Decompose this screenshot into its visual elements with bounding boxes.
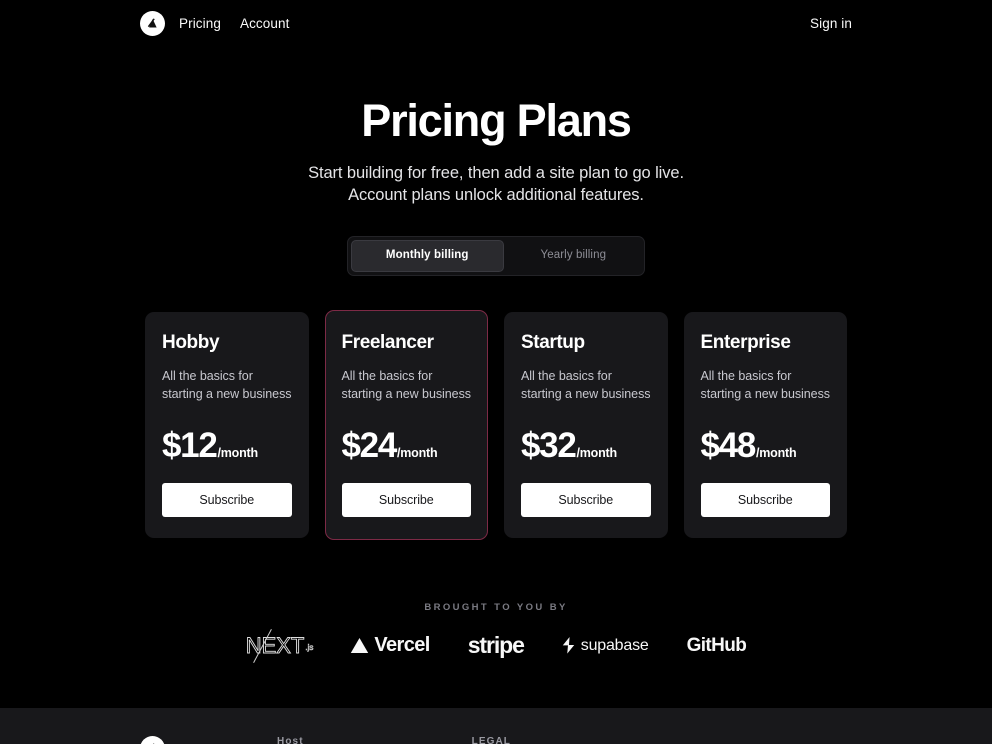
footer-column-legal: LEGAL (472, 736, 511, 744)
subscribe-button-enterprise[interactable]: Subscribe (700, 482, 830, 517)
vercel-triangle-icon (351, 638, 369, 654)
plan-price-period: /month (397, 445, 438, 460)
sponsor-github: GitHub (687, 629, 747, 663)
sign-in-link[interactable]: Sign in (810, 16, 852, 31)
page-title: Pricing Plans (361, 95, 632, 146)
sponsor-vercel: Vercel (350, 629, 430, 663)
plan-description: All the basics for starting a new busine… (162, 368, 292, 401)
plan-price: $24 /month (342, 428, 472, 463)
footer-heading: LEGAL (471, 736, 512, 744)
nextjs-logo-icon: NEXT.js (245, 628, 314, 663)
sponsor-stripe: stripe (467, 629, 525, 663)
vercel-logo-text: Vercel (374, 634, 430, 657)
stripe-logo-text: stripe (467, 632, 525, 659)
pricing-card-freelancer[interactable]: Freelancer All the basics for starting a… (324, 309, 488, 540)
sponsors-section: BROUGHT TO YOU BY NEXT.js Vercel stripe (0, 602, 992, 663)
subscribe-button-freelancer[interactable]: Subscribe (341, 482, 471, 517)
plan-price: $48 /month (701, 428, 831, 463)
nav-link-account[interactable]: Account (240, 16, 289, 31)
plan-price-amount: $12 (162, 425, 218, 465)
pricing-card-hobby[interactable]: Hobby All the basics for starting a new … (145, 311, 309, 538)
brand-logo-icon[interactable] (140, 10, 165, 36)
site-header: Pricing Account Sign in (0, 0, 992, 46)
plan-name: Startup (521, 331, 585, 353)
triangle-circle-icon (145, 15, 160, 31)
plan-price-amount: $24 (341, 425, 398, 465)
footer-column-host: Host (277, 736, 304, 744)
plan-price-period: /month (576, 445, 618, 460)
pricing-cards: Hobby All the basics for starting a new … (0, 309, 992, 540)
nav-link-pricing[interactable]: Pricing (179, 16, 221, 31)
plan-name: Hobby (162, 331, 220, 353)
plan-price: $12 /month (162, 428, 292, 463)
footer-brand-logo-icon[interactable] (140, 736, 165, 744)
plan-description: All the basics for starting a new busine… (700, 368, 831, 401)
subscribe-button-startup[interactable]: Subscribe (521, 482, 651, 517)
plan-price-amount: $48 (700, 425, 757, 465)
plan-price-period: /month (756, 445, 797, 460)
sponsor-supabase: supabase (562, 629, 649, 663)
sponsor-logos: NEXT.js Vercel stripe supabase GitHub (0, 628, 992, 663)
toggle-monthly-billing[interactable]: Monthly billing (350, 240, 504, 272)
plan-description: All the basics for starting a new busine… (521, 368, 651, 401)
plan-price-period: /month (217, 445, 259, 460)
sponsors-label: BROUGHT TO YOU BY (424, 601, 568, 613)
hero-section: Pricing Plans Start building for free, t… (0, 46, 992, 207)
subscribe-button-hobby[interactable]: Subscribe (162, 482, 292, 517)
nextjs-logo-text: NEXT (245, 632, 305, 658)
plan-name: Enterprise (700, 331, 791, 353)
plan-name: Freelancer (341, 331, 435, 353)
supabase-logo-icon: supabase (562, 637, 649, 655)
supabase-bolt-icon (562, 637, 575, 654)
site-footer: Host LEGAL (0, 708, 992, 744)
plan-price: $32 /month (521, 428, 651, 463)
nextjs-logo-suffix: .js (305, 642, 314, 652)
vercel-logo-icon: Vercel (350, 634, 430, 657)
plan-description: All the basics for starting a new busine… (341, 368, 472, 401)
hero-subtitle: Start building for free, then add a site… (308, 163, 684, 205)
plan-price-amount: $32 (521, 425, 577, 465)
footer-heading: Host (277, 736, 304, 744)
billing-toggle-wrap: Monthly billing Yearly billing (0, 236, 992, 276)
sponsor-nextjs: NEXT.js (245, 628, 314, 663)
supabase-logo-text: supabase (580, 636, 649, 654)
primary-nav: Pricing Account (179, 16, 289, 31)
toggle-yearly-billing[interactable]: Yearly billing (506, 240, 642, 272)
github-logo-text: GitHub (686, 634, 747, 656)
billing-toggle: Monthly billing Yearly billing (346, 236, 646, 276)
pricing-card-startup[interactable]: Startup All the basics for starting a ne… (504, 311, 668, 538)
pricing-card-enterprise[interactable]: Enterprise All the basics for starting a… (683, 311, 847, 538)
